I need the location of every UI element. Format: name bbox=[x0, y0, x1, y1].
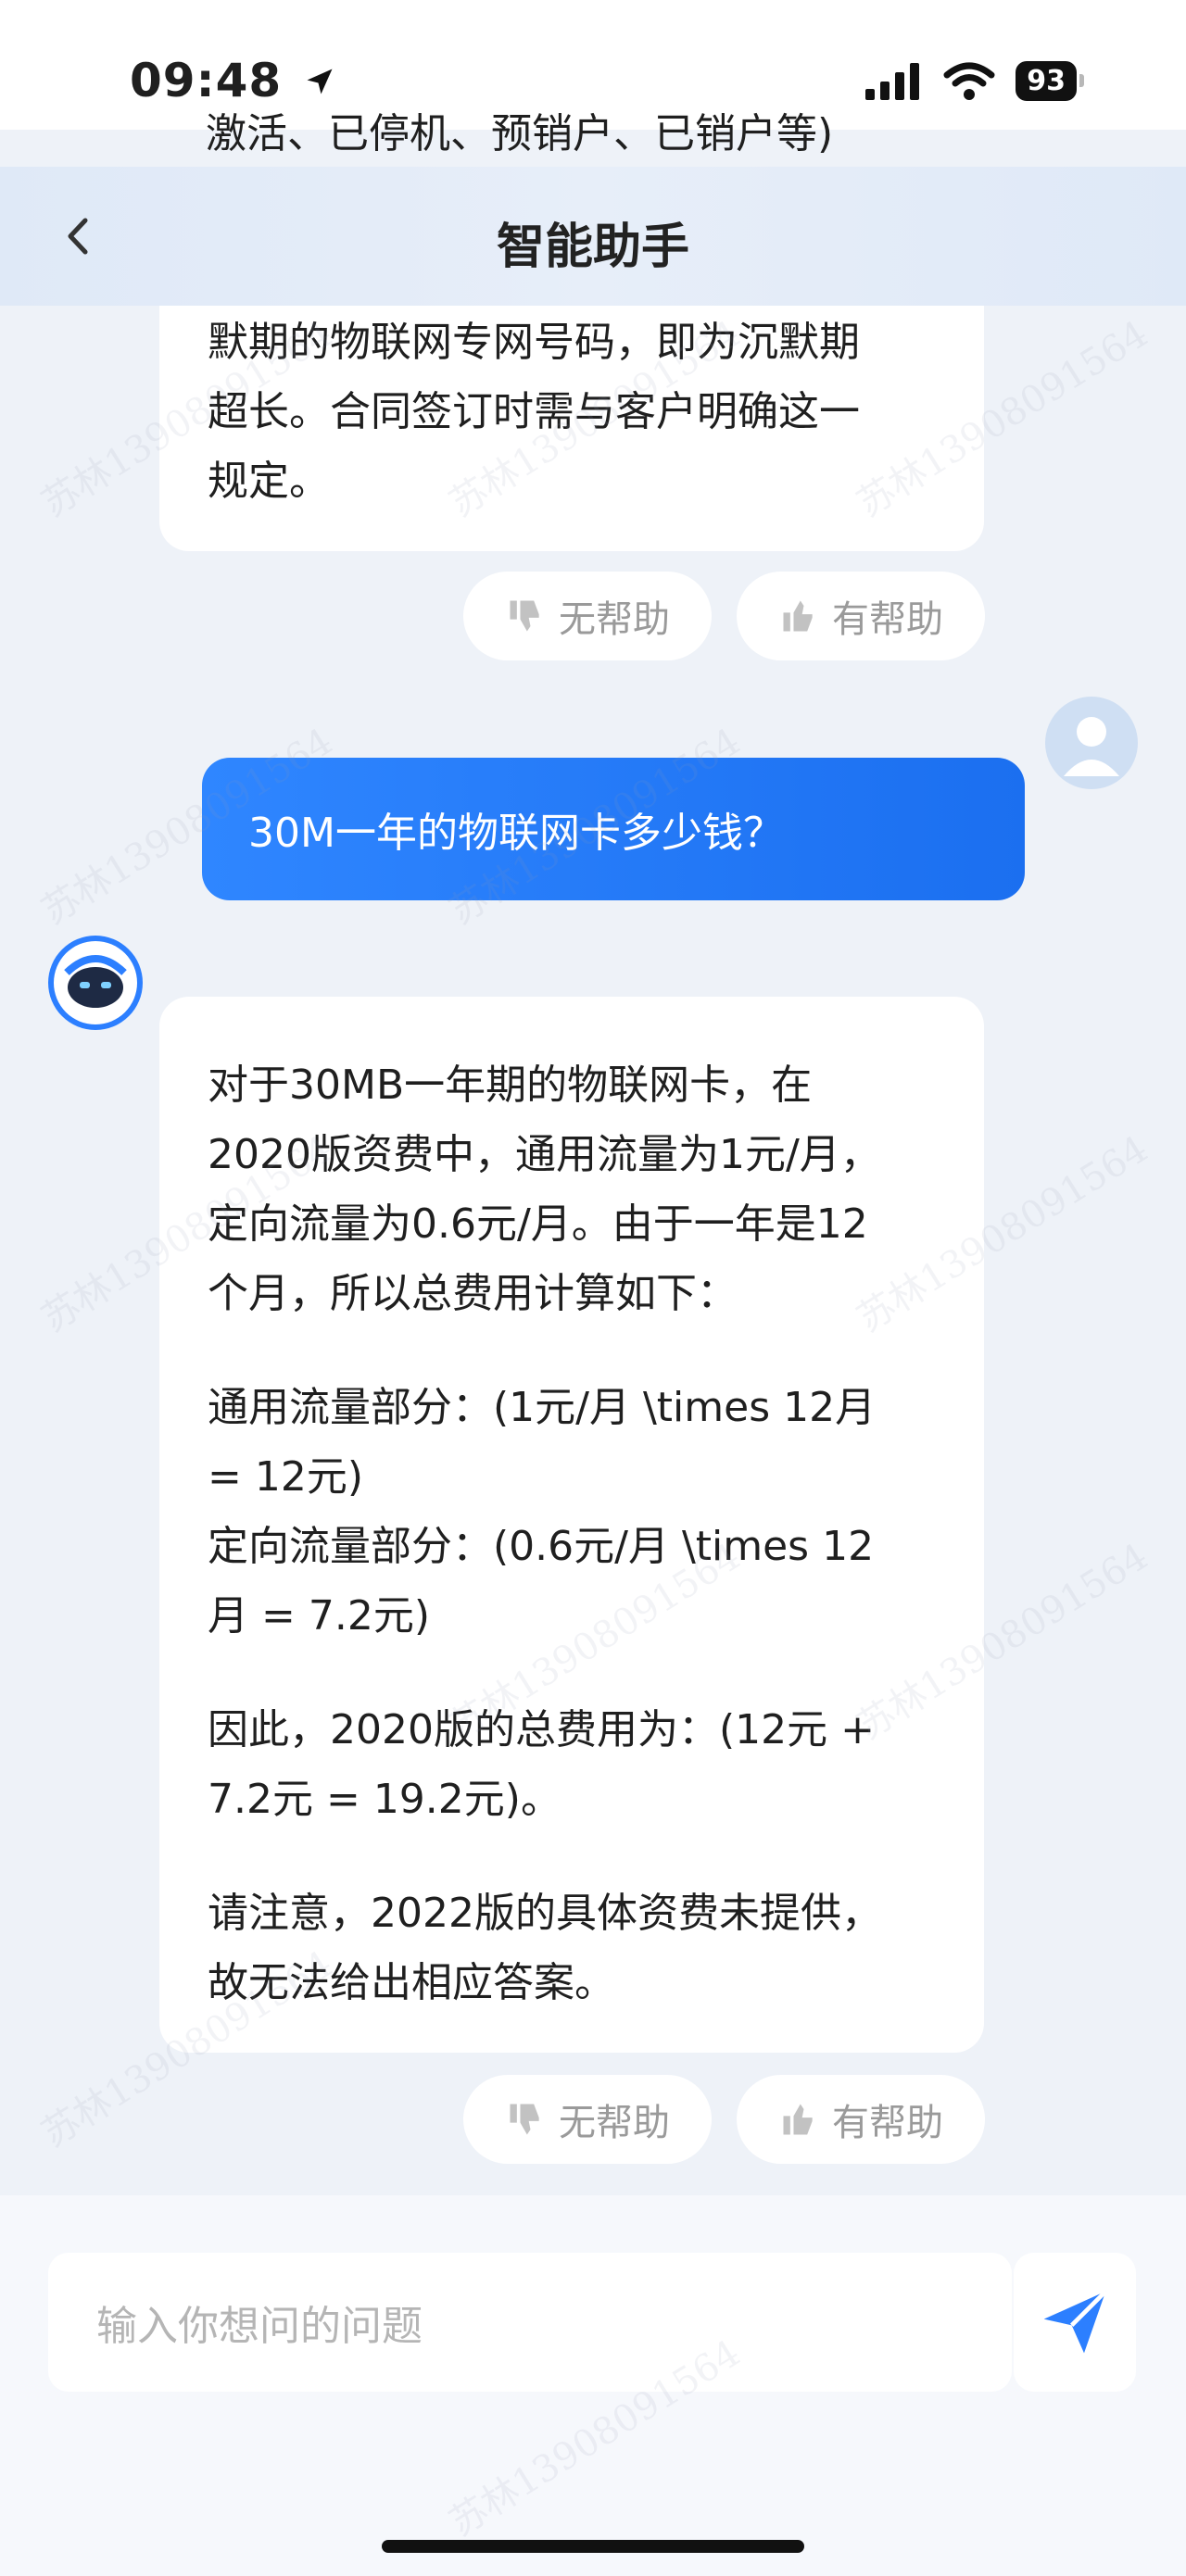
message-line: = 12元) bbox=[208, 1453, 364, 1501]
input-placeholder: 输入你想问的问题 bbox=[96, 2303, 423, 2350]
battery-indicator: 93 bbox=[1016, 61, 1084, 101]
unhelpful-label: 无帮助 bbox=[559, 598, 670, 641]
robot-icon bbox=[64, 955, 127, 1008]
unhelpful-button[interactable]: 无帮助 bbox=[463, 572, 712, 660]
message-line: 定向流量部分：(0.6元/月 \times 12 bbox=[208, 1523, 875, 1570]
user-icon bbox=[1064, 717, 1119, 776]
message-line: 故无法给出相应答案。 bbox=[208, 1959, 615, 2006]
battery-level: 93 bbox=[1027, 65, 1066, 97]
message-line: 规定。 bbox=[208, 458, 330, 505]
wifi-icon bbox=[943, 62, 995, 100]
message-line: 对于30MB一年期的物联网卡，在 bbox=[208, 1062, 813, 1109]
thumbs-down-icon bbox=[510, 600, 539, 632]
answer-paragraph-1: 对于30MB一年期的物联网卡，在 2020版资费中，通用流量为1元/月， 定向流… bbox=[208, 1050, 938, 1328]
status-time: 09:48 bbox=[130, 54, 336, 107]
thumbs-up-icon bbox=[783, 600, 813, 632]
unhelpful-label: 无帮助 bbox=[559, 2102, 670, 2144]
user-message-text: 30M一年的物联网卡多少钱？ bbox=[248, 810, 784, 857]
answer-paragraph-2: 通用流量部分：(1元/月 \times 12月 = 12元) 定向流量部分：(0… bbox=[208, 1373, 938, 1651]
helpful-button[interactable]: 有帮助 bbox=[737, 2075, 985, 2164]
thumbs-down-icon bbox=[510, 2104, 539, 2135]
message-line: 个月，所以总费用计算如下： bbox=[208, 1270, 738, 1317]
unhelpful-button[interactable]: 无帮助 bbox=[463, 2075, 712, 2164]
message-line: 通用流量部分：(1元/月 \times 12月 bbox=[208, 1384, 877, 1431]
home-indicator bbox=[382, 2540, 804, 2553]
bot-answer-bubble: 对于30MB一年期的物联网卡，在 2020版资费中，通用流量为1元/月， 定向流… bbox=[159, 997, 984, 2053]
message-line: 7.2元 = 19.2元)。 bbox=[208, 1776, 561, 1823]
message-line: 请注意，2022版的具体资费未提供， bbox=[208, 1890, 882, 1937]
message-line: 月 = 7.2元) bbox=[208, 1592, 430, 1640]
message-line: 定向流量为0.6元/月。由于一年是12 bbox=[208, 1200, 868, 1248]
answer-paragraph-4: 请注意，2022版的具体资费未提供， 故无法给出相应答案。 bbox=[208, 1879, 938, 2017]
helpful-label: 有帮助 bbox=[832, 598, 943, 641]
bot-message-bubble: 默期的物联网专网号码，即为沉默期 超长。合同签订时需与客户明确这一 规定。 bbox=[159, 306, 984, 551]
user-avatar bbox=[1045, 697, 1138, 789]
question-input[interactable]: 输入你想问的问题 bbox=[48, 2253, 1012, 2392]
nav-bar: 智能助手 bbox=[0, 167, 1186, 306]
send-icon bbox=[1043, 2290, 1107, 2354]
message-line: 超长。合同签订时需与客户明确这一 bbox=[208, 388, 860, 435]
answer-paragraph-3: 因此，2020版的总费用为：(12元 + 7.2元 = 19.2元)。 bbox=[208, 1695, 938, 1834]
helpful-label: 有帮助 bbox=[832, 2102, 943, 2144]
input-area: 输入你想问的问题 bbox=[0, 2195, 1186, 2576]
scrolled-message-text: 激活、已停机、预销户、已销户等) bbox=[206, 110, 834, 157]
message-line: 默期的物联网专网号码，即为沉默期 bbox=[208, 319, 860, 366]
time-text: 09:48 bbox=[130, 54, 283, 107]
location-arrow-icon bbox=[307, 69, 333, 94]
message-line: 2020版资费中，通用流量为1元/月， bbox=[208, 1131, 881, 1178]
status-icons: 93 bbox=[865, 61, 1084, 101]
signal-icon bbox=[865, 62, 920, 100]
bot-avatar bbox=[48, 936, 143, 1030]
send-button[interactable] bbox=[1014, 2253, 1136, 2392]
message-line: 因此，2020版的总费用为：(12元 + bbox=[208, 1706, 875, 1753]
thumbs-up-icon bbox=[783, 2104, 813, 2135]
page-title: 智能助手 bbox=[496, 220, 689, 275]
helpful-button[interactable]: 有帮助 bbox=[737, 572, 985, 660]
user-message-bubble: 30M一年的物联网卡多少钱？ bbox=[202, 758, 1025, 900]
